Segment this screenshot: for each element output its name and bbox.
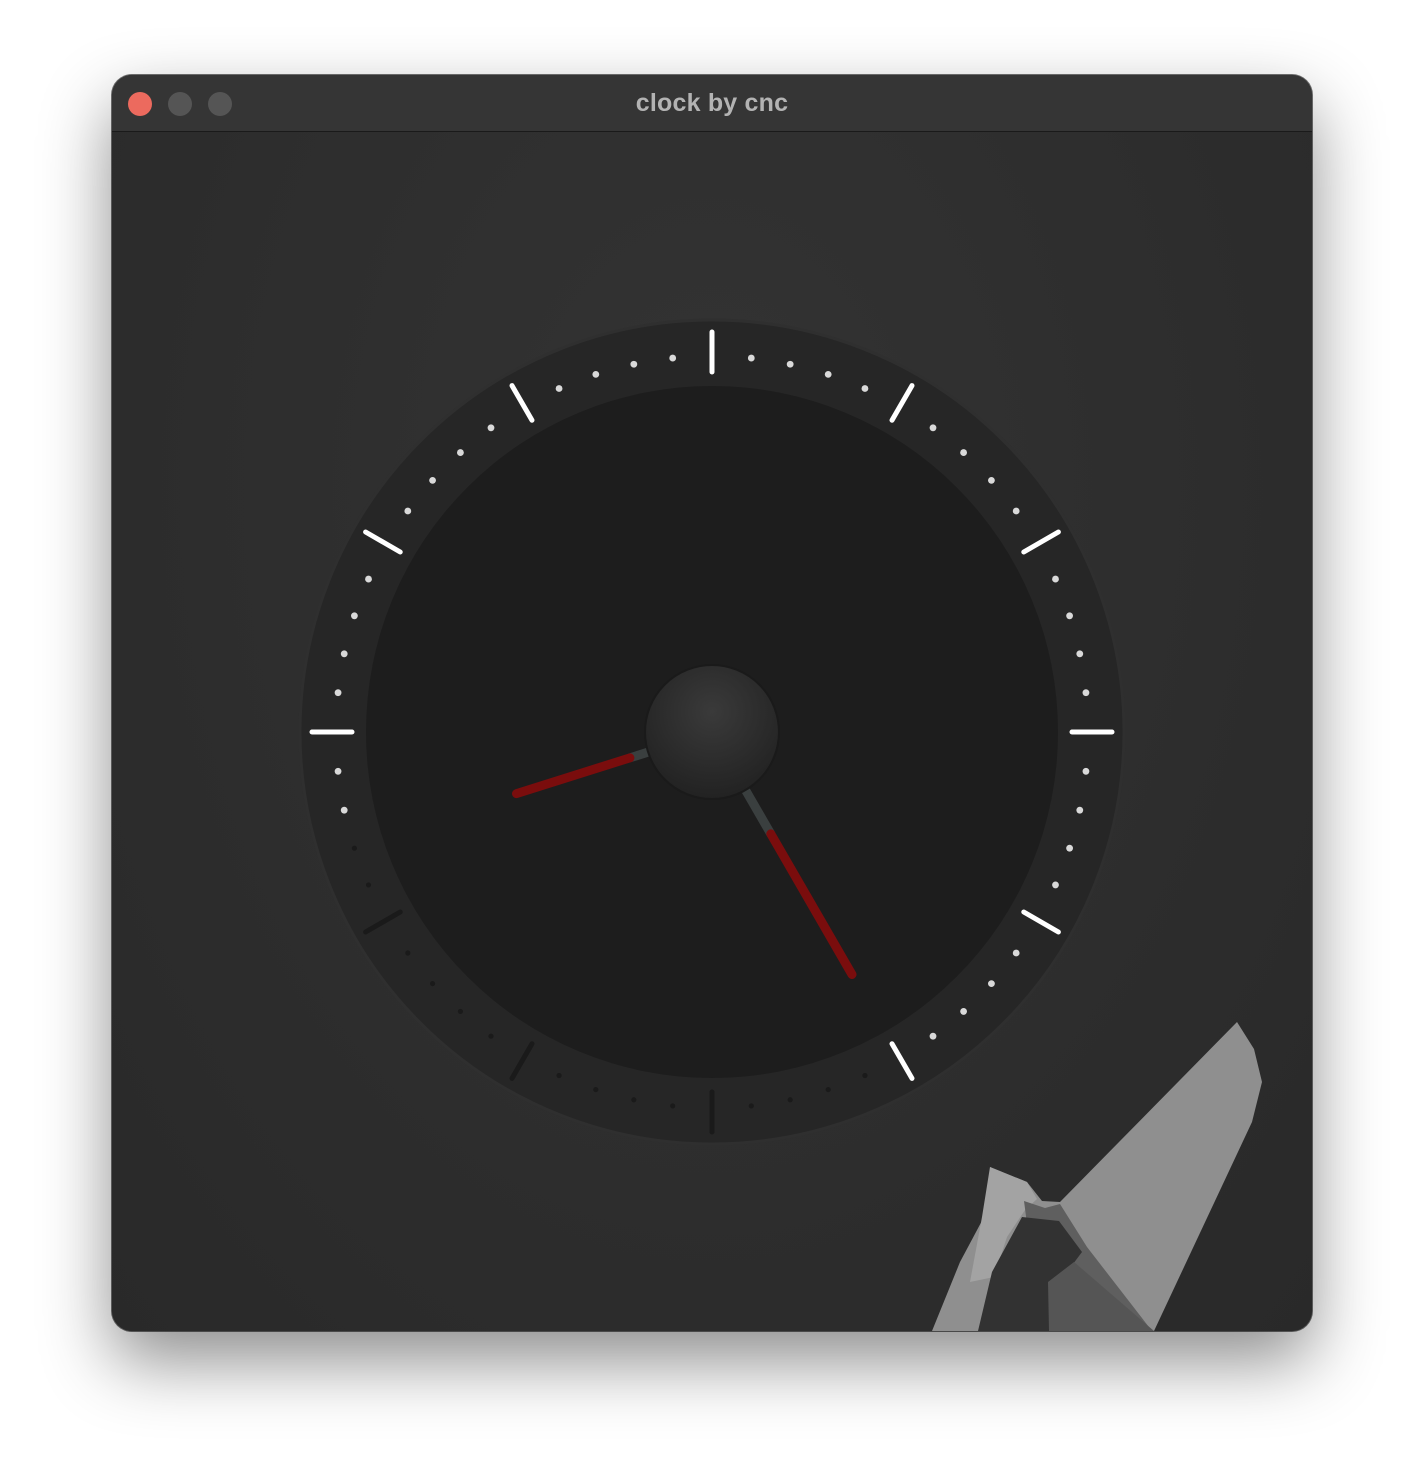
minute-dot <box>365 882 372 888</box>
minute-dot <box>669 354 677 362</box>
minute-dot <box>1052 575 1059 583</box>
minute-dot <box>457 1008 464 1015</box>
suit-collar-tie-icon <box>932 1022 1262 1331</box>
minute-dot <box>1076 650 1084 658</box>
minute-dot <box>334 689 342 697</box>
center-cap <box>644 664 780 800</box>
minute-dot <box>351 612 358 620</box>
minute-dot <box>1052 881 1059 889</box>
minute-dot <box>748 1103 754 1109</box>
minute-dot <box>988 477 995 484</box>
minute-dot <box>351 845 358 851</box>
minute-dot <box>929 1032 937 1040</box>
minimize-button[interactable] <box>168 92 192 116</box>
minute-dot <box>825 1086 831 1093</box>
minute-dot <box>457 449 464 456</box>
minute-dot <box>488 1033 494 1039</box>
minute-dot <box>1066 612 1073 620</box>
minute-dot <box>862 1072 868 1079</box>
minute-dot <box>631 1097 637 1103</box>
minute-dot <box>334 767 342 775</box>
minute-dot <box>988 980 995 987</box>
minute-dot <box>861 385 869 392</box>
minute-dot <box>670 1103 676 1109</box>
minute-dot <box>487 424 495 432</box>
minute-dot <box>630 360 638 368</box>
minute-dot <box>1082 689 1090 697</box>
minute-dot <box>405 950 411 956</box>
app-window: clock by cnc <box>112 75 1312 1331</box>
minute-dot <box>1082 767 1090 775</box>
close-button[interactable] <box>128 92 152 116</box>
window-title: clock by cnc <box>635 89 789 117</box>
minute-dot <box>1012 507 1020 515</box>
minute-dot <box>429 477 436 484</box>
clock-scene <box>298 318 1262 1331</box>
minute-dot <box>787 1097 793 1103</box>
minute-dot <box>960 449 967 456</box>
minute-dot <box>960 1008 967 1015</box>
minute-dot <box>429 980 436 987</box>
minute-dot <box>929 424 937 432</box>
minute-dot <box>340 650 348 658</box>
minute-dot <box>365 575 372 583</box>
minute-dot <box>593 1086 599 1093</box>
analog-clock <box>298 318 1126 1146</box>
minute-dot <box>592 371 600 378</box>
minute-dot <box>1012 949 1020 957</box>
title-bar[interactable]: clock by cnc <box>112 75 1312 132</box>
minute-dot <box>556 1072 562 1079</box>
minute-dot <box>340 806 348 814</box>
minute-dot <box>786 360 794 368</box>
minute-dot <box>1066 844 1073 852</box>
clock-content <box>112 132 1312 1331</box>
minute-dot <box>1076 806 1084 814</box>
minute-dot <box>404 507 412 515</box>
minute-dot <box>555 385 563 392</box>
minute-dot <box>747 354 755 362</box>
minute-dot <box>824 371 832 378</box>
zoom-button[interactable] <box>208 92 232 116</box>
